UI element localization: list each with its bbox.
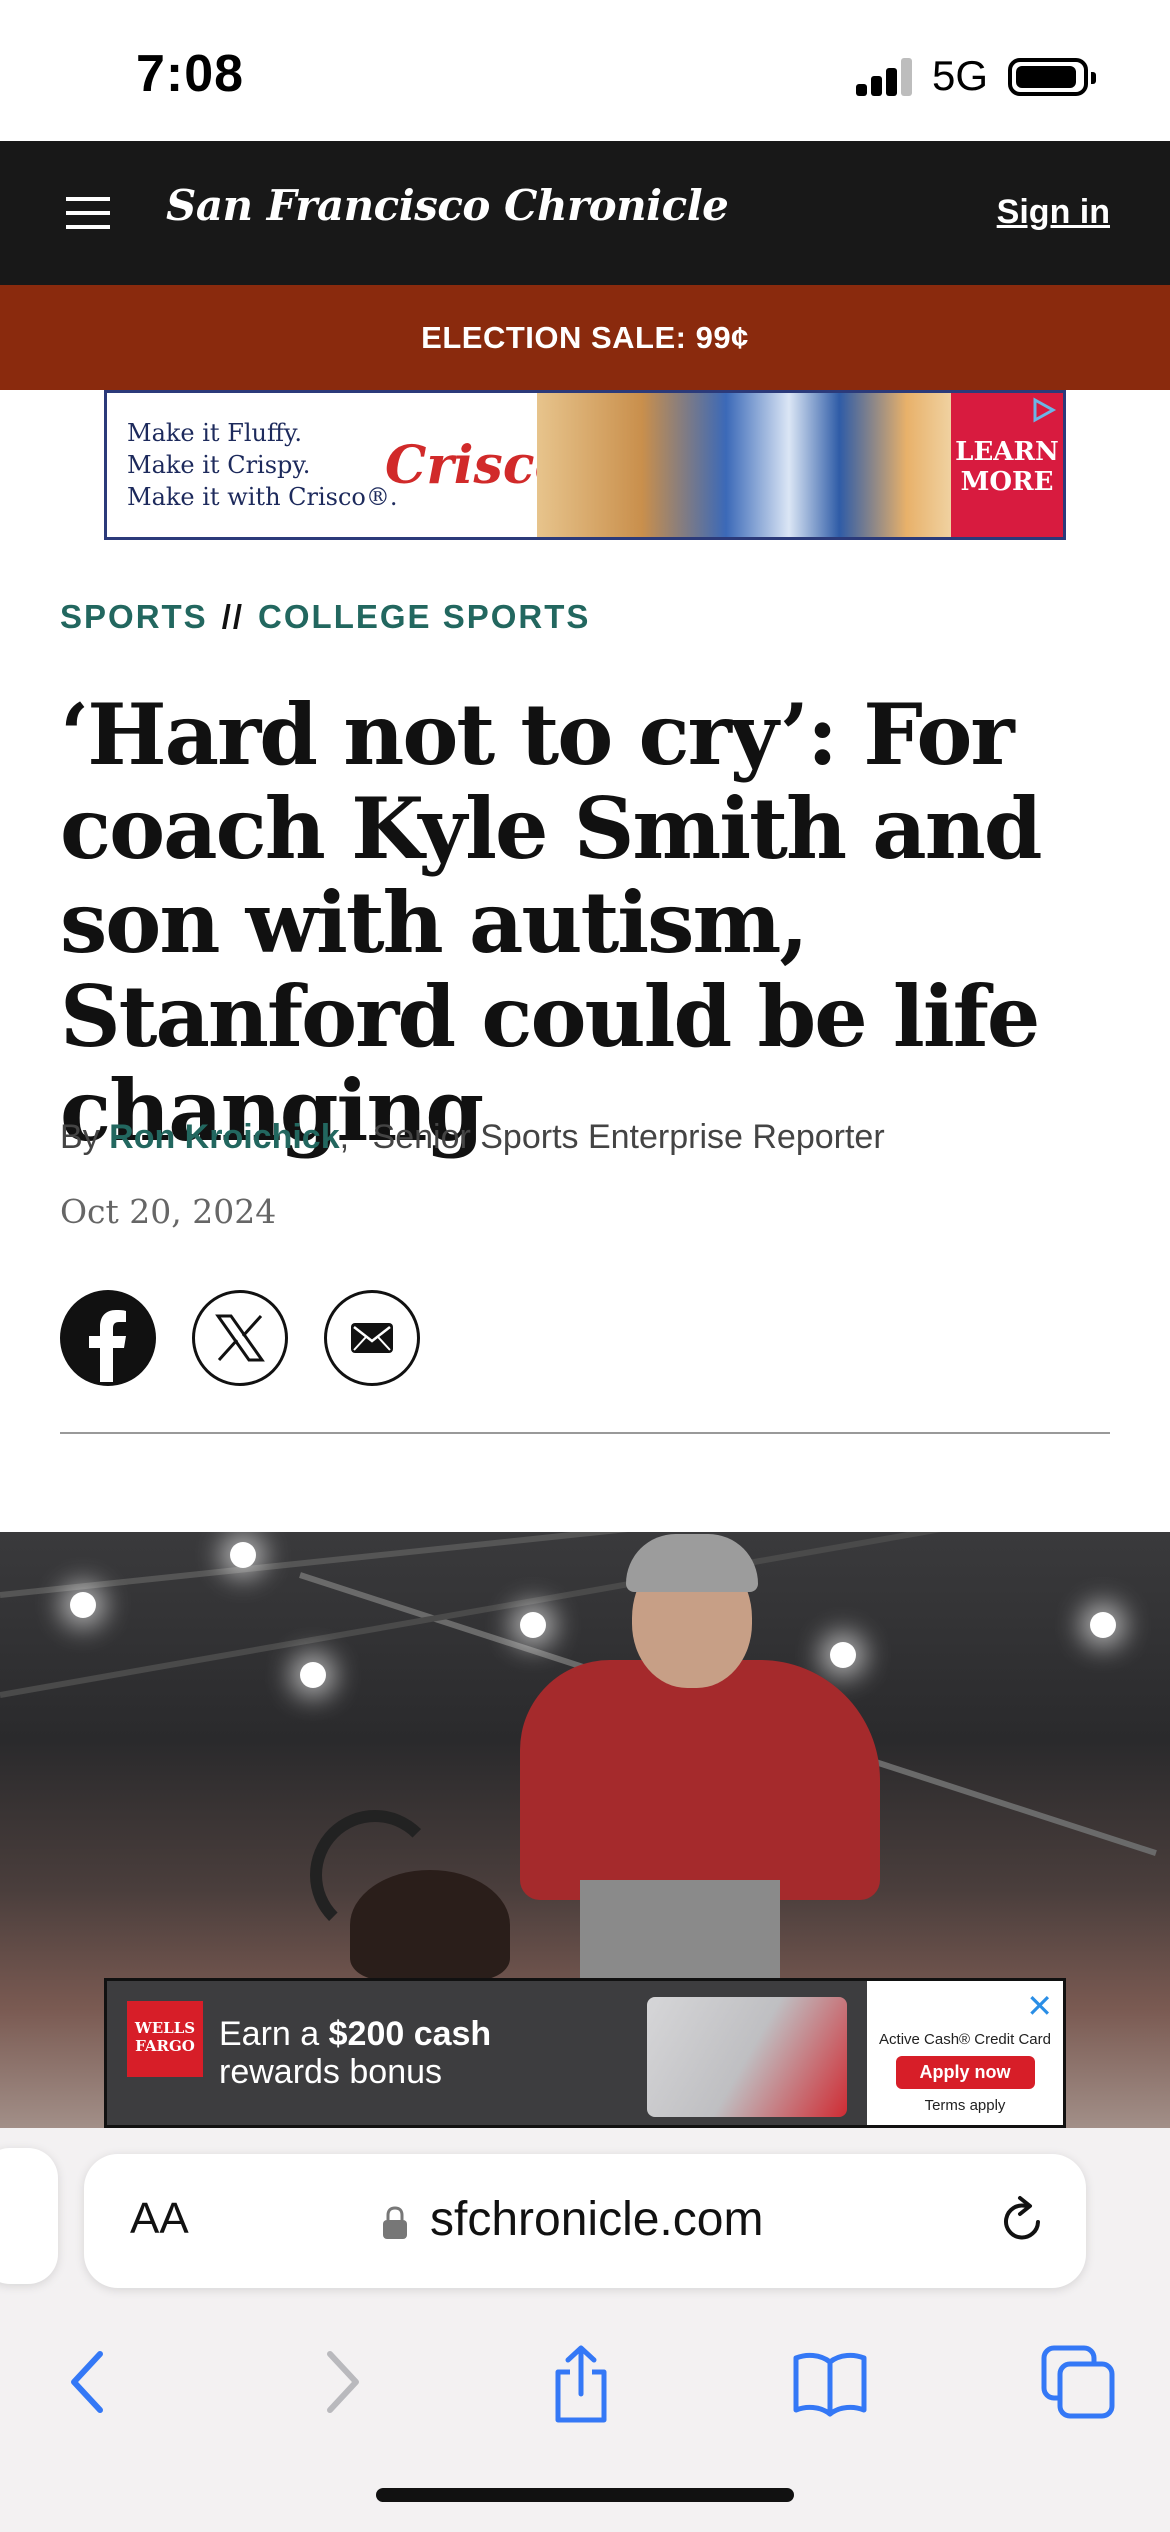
previous-tab-preview[interactable] bbox=[0, 2148, 58, 2284]
reload-icon[interactable] bbox=[998, 2194, 1048, 2248]
sign-in-link[interactable]: Sign in bbox=[997, 193, 1110, 232]
author-link[interactable]: Ron Kroichick bbox=[109, 1118, 339, 1156]
apply-now-button[interactable]: Apply now bbox=[895, 2056, 1035, 2089]
adchoices-icon[interactable] bbox=[1031, 397, 1057, 423]
byline-prefix: By bbox=[60, 1118, 100, 1156]
breadcrumb-separator: // bbox=[221, 598, 245, 635]
menu-icon[interactable] bbox=[66, 197, 110, 229]
share-x-button[interactable] bbox=[192, 1290, 288, 1386]
browser-bottom-bar: AA sfchronicle.com bbox=[0, 2128, 1170, 2532]
cellular-signal-icon bbox=[856, 58, 916, 96]
ad-copy: Make it Fluffy. Make it Crispy. Make it … bbox=[127, 419, 398, 511]
breadcrumb: SPORTS // COLLEGE SPORTS bbox=[60, 598, 590, 636]
photo-coach-figure bbox=[520, 1660, 880, 1900]
crisco-ad[interactable]: Make it Fluffy. Make it Crispy. Make it … bbox=[104, 390, 1066, 540]
photo-child-head bbox=[350, 1870, 510, 1980]
url-text[interactable]: sfchronicle.com bbox=[430, 2192, 763, 2247]
divider bbox=[60, 1432, 1110, 1434]
lock-icon bbox=[383, 2206, 407, 2239]
share-icon[interactable] bbox=[548, 2344, 614, 2424]
x-icon bbox=[215, 1314, 265, 1362]
bookmarks-icon[interactable] bbox=[792, 2344, 868, 2420]
photo-coach-pants bbox=[580, 1880, 780, 1990]
site-logo[interactable]: San Francisco Chronicle bbox=[166, 181, 729, 230]
ad-headline: Earn a $200 cash rewards bonus bbox=[219, 2015, 492, 2091]
breadcrumb-section[interactable]: SPORTS bbox=[60, 598, 208, 635]
share-facebook-button[interactable] bbox=[60, 1290, 156, 1386]
network-type: 5G bbox=[932, 52, 989, 99]
tabs-icon[interactable] bbox=[1040, 2344, 1116, 2420]
breadcrumb-subsection[interactable]: COLLEGE SPORTS bbox=[258, 598, 590, 635]
close-ad-icon[interactable]: ✕ bbox=[1026, 1987, 1053, 2025]
text-size-button[interactable]: AA bbox=[130, 2194, 189, 2244]
status-bar: 7:08 5G bbox=[0, 0, 1170, 141]
status-time: 7:08 bbox=[136, 45, 245, 103]
ad-product-image bbox=[537, 393, 957, 537]
wells-fargo-logo: WELLS FARGO bbox=[127, 2001, 203, 2077]
author-role: Senior Sports Enterprise Reporter bbox=[372, 1118, 885, 1156]
credit-card-image bbox=[647, 1997, 847, 2117]
byline: By Ron Kroichick, Senior Sports Enterpri… bbox=[60, 1118, 885, 1157]
publish-date: Oct 20, 2024 bbox=[60, 1192, 277, 1231]
address-bar[interactable]: AA sfchronicle.com bbox=[84, 2154, 1086, 2288]
site-header: San Francisco Chronicle Sign in bbox=[0, 141, 1170, 285]
wells-fargo-ad[interactable]: WELLS FARGO Earn a $200 cash rewards bon… bbox=[104, 1978, 1066, 2128]
home-indicator bbox=[376, 2488, 794, 2502]
forward-icon[interactable] bbox=[318, 2344, 366, 2420]
browser-toolbar bbox=[0, 2324, 1170, 2444]
article-headline: ‘Hard not to cry’: For coach Kyle Smith … bbox=[60, 685, 1043, 1160]
email-icon bbox=[351, 1323, 393, 1353]
facebook-icon bbox=[62, 1292, 154, 1384]
share-email-button[interactable] bbox=[324, 1290, 420, 1386]
card-name: Active Cash® Credit Card bbox=[879, 2031, 1051, 2048]
back-icon[interactable] bbox=[64, 2344, 112, 2420]
byline-comma: , bbox=[339, 1118, 350, 1156]
battery-icon bbox=[1008, 58, 1096, 96]
terms-apply: Terms apply bbox=[924, 2097, 1006, 2114]
sale-banner[interactable]: ELECTION SALE: 99¢ bbox=[0, 285, 1170, 390]
